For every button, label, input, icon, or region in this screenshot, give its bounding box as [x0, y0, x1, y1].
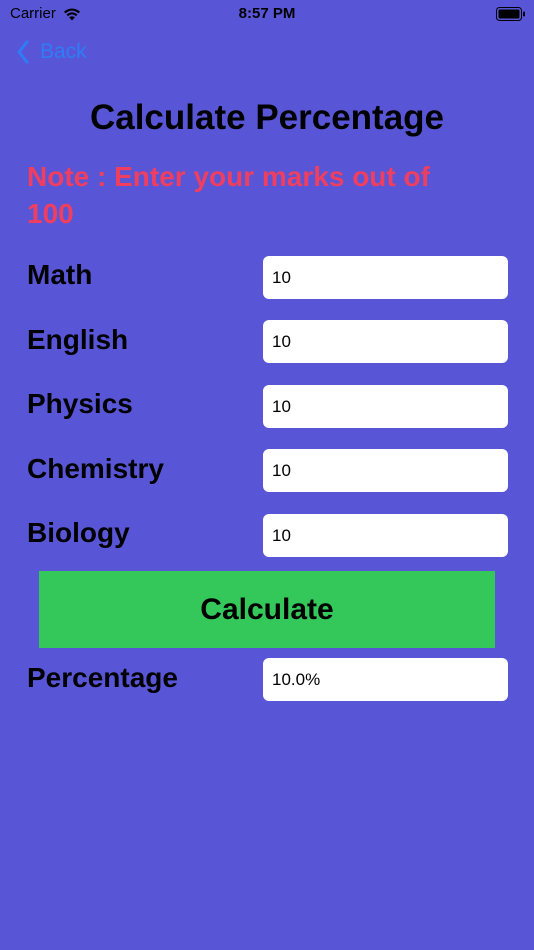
- back-button[interactable]: Back: [16, 40, 87, 64]
- percentage-label: Percentage: [27, 662, 178, 693]
- physics-input[interactable]: [263, 385, 508, 428]
- chemistry-label: Chemistry: [27, 453, 164, 484]
- biology-label: Biology: [27, 517, 130, 548]
- page-title: Calculate Percentage: [89, 98, 445, 137]
- english-label: English: [27, 324, 129, 355]
- status-time: 8:57 PM: [238, 5, 296, 22]
- physics-label: Physics: [27, 388, 133, 419]
- math-label: Math: [27, 259, 93, 290]
- biology-input[interactable]: [263, 514, 508, 557]
- calculate-label: Calculate: [200, 592, 334, 626]
- percentage-output[interactable]: [263, 658, 508, 701]
- math-input[interactable]: [263, 256, 508, 299]
- battery-icon: [496, 7, 525, 21]
- status-bar: Carrier 8:57 PM: [0, 0, 534, 30]
- chevron-left-icon: [17, 40, 29, 64]
- chemistry-input[interactable]: [263, 449, 508, 492]
- english-input[interactable]: [263, 320, 508, 363]
- calculate-button[interactable]: Calculate: [39, 571, 495, 648]
- back-label: Back: [40, 40, 87, 63]
- note-text: Note : Enter your marks out of 100: [27, 161, 430, 229]
